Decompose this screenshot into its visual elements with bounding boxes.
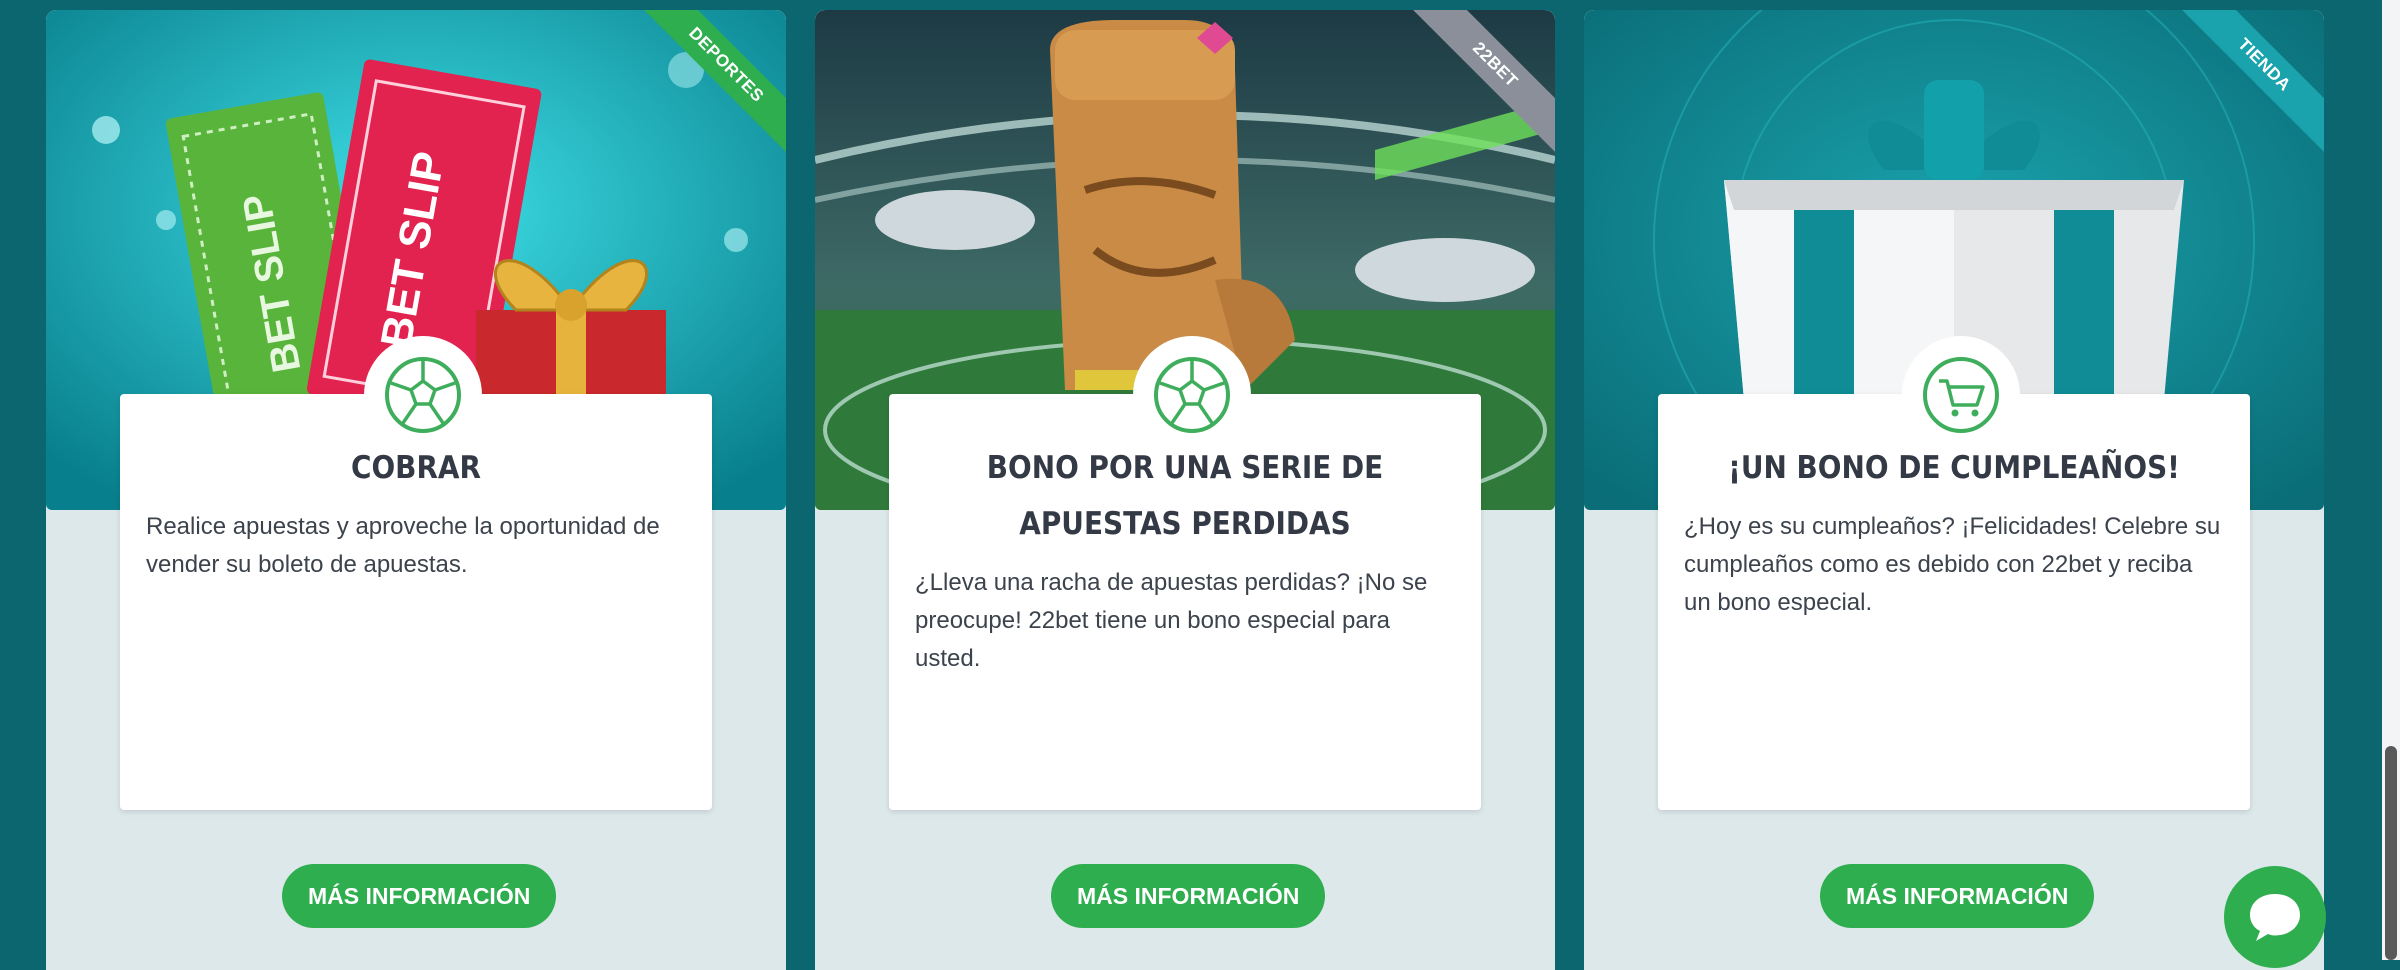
promo-badge [1902, 336, 2020, 454]
promo-card-birthday: TIENDA ¡UN BONO DE CUMPLEAÑOS! ¿Hoy es s… [1584, 10, 2324, 970]
more-info-button[interactable]: MÁS INFORMACIÓN [1051, 864, 1326, 928]
promo-card-cobrar: BET SLIP BET SLIP DEPORTES COBRAR Realic… [46, 10, 786, 970]
soccer-ball-icon [1154, 357, 1230, 433]
chat-bubble-icon [2250, 894, 2300, 941]
promo-content: COBRAR Realice apuestas y aproveche la o… [120, 336, 712, 810]
promo-content: BONO POR UNA SERIE DE APUESTAS PERDIDAS … [889, 336, 1481, 810]
promo-title: ¡UN BONO DE CUMPLEAÑOS! [1728, 450, 2180, 486]
promo-card-losing-streak: 22BET BONO POR UNA SERIE DE APUESTAS PER… [815, 10, 1555, 970]
scrollbar-thumb[interactable] [2385, 746, 2397, 960]
promo-description: ¿Hoy es su cumpleaños? ¡Felicidades! Cel… [1684, 513, 2221, 616]
chat-button[interactable] [2224, 866, 2326, 968]
promo-description: Realice apuestas y aproveche la oportuni… [146, 513, 660, 578]
more-info-button[interactable]: MÁS INFORMACIÓN [1820, 864, 2095, 928]
shopping-cart-icon [1923, 357, 1999, 433]
promo-description: ¿Lleva una racha de apuestas perdidas? ¡… [915, 569, 1428, 672]
promo-badge [1133, 336, 1251, 454]
soccer-ball-icon [385, 357, 461, 433]
promo-content: ¡UN BONO DE CUMPLEAÑOS! ¿Hoy es su cumpl… [1658, 336, 2250, 810]
promo-title: BONO POR UNA SERIE DE APUESTAS PERDIDAS [986, 450, 1384, 542]
promo-badge [364, 336, 482, 454]
more-info-button[interactable]: MÁS INFORMACIÓN [282, 864, 557, 928]
promo-title: COBRAR [350, 450, 482, 486]
page-scrollbar[interactable] [2382, 0, 2400, 960]
